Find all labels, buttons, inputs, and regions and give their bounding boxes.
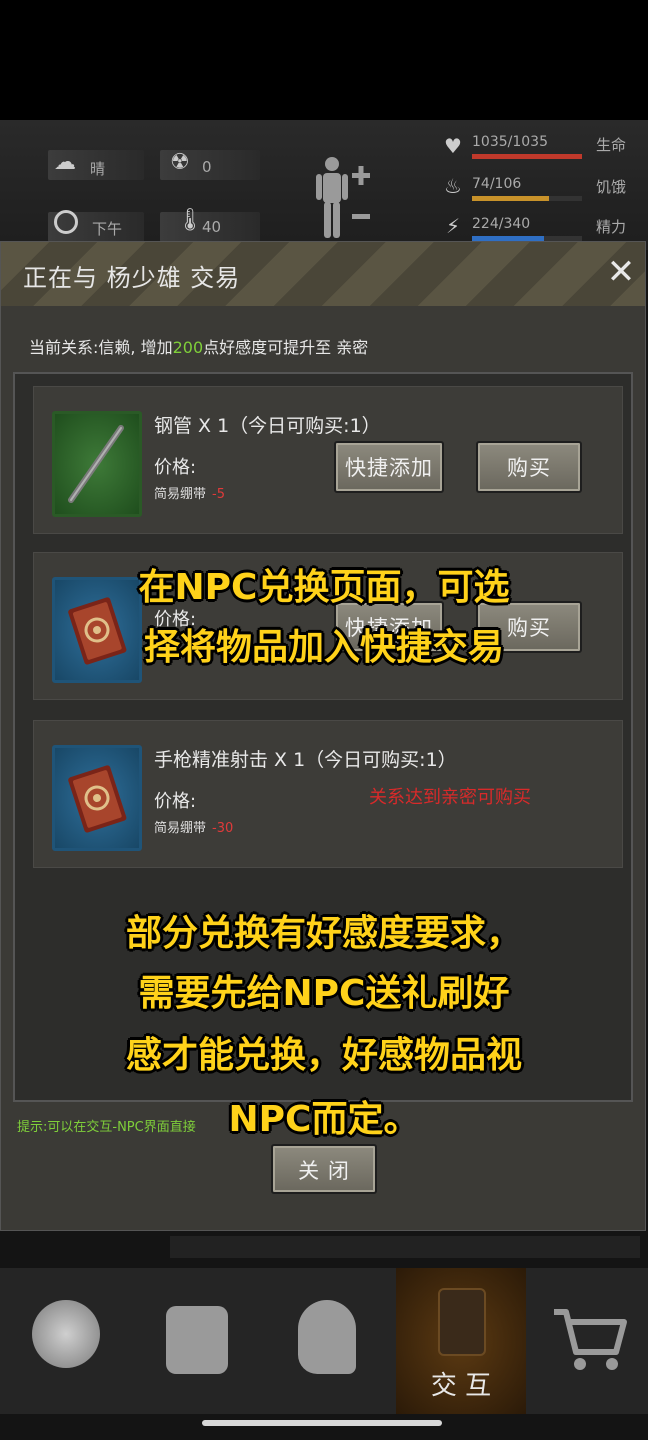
nav-shop-button[interactable] [524,1268,648,1414]
temperature-value: 40 [202,218,222,236]
health-bar-fill [472,154,582,159]
energy-value: 224/340 [472,216,531,232]
energy-icon: ⚡ [446,214,461,238]
status-hud: ☁ 晴 ☢ 0 下午 🌡 40 ♥ 1035/1035 生命 ♨ 74/106 … [0,120,648,250]
requirement-text: 关系达到亲密可购买 [369,787,531,808]
item-slot[interactable] [52,411,142,517]
hunger-label: 饥饿 [596,178,627,196]
thermometer-icon: 🌡 [176,208,204,233]
top-black-area [0,0,648,120]
cost-value: -5 [212,487,225,502]
health-value: 1035/1035 [472,134,548,150]
globe-icon [32,1300,100,1368]
body-status-icon[interactable] [312,156,378,242]
shopping-cart-icon [554,1309,627,1370]
cloud-sun-icon: ☁ [54,150,76,175]
close-button[interactable]: 关 闭 [271,1144,377,1194]
hunger-bar [472,196,582,201]
caption-top-line1: 在NPC兑换页面，可选 [138,567,510,608]
heart-icon: ♥ [444,134,462,158]
energy-label: 精力 [596,218,627,236]
radiation-icon: ☢ [170,150,190,175]
currency-line: 简易绷带 -30 [154,817,233,836]
head-gears-icon [298,1300,356,1374]
relation-points: 200 [172,338,204,357]
weather-text: 晴 [90,160,106,178]
nav-map-button[interactable] [0,1268,130,1414]
walkie-talkie-icon [438,1288,486,1356]
close-icon[interactable]: ✕ [601,252,641,292]
currency-name: 简易绷带 [154,487,207,502]
relation-suffix: 点好感度可提升至 亲密 [203,338,369,357]
caption-top-line2: 择将物品加入快捷交易 [143,627,504,668]
radiation-value: 0 [202,158,212,176]
caption-bottom-line1: 部分兑换有好感度要求， [125,913,522,954]
nav-skills-button[interactable] [264,1268,394,1414]
caption-bottom-line4: NPC而定。 [228,1099,420,1140]
stomach-icon: ♨ [444,174,462,198]
pipe-icon [68,425,124,503]
dialog-title: 正在与 杨少雄 交易 [23,264,241,292]
trade-dialog: 正在与 杨少雄 交易 ✕ 当前关系:信赖, 增加200点好感度可提升至 亲密 钢… [0,241,646,1231]
book-icon [68,765,127,833]
relation-prefix: 当前关系:信赖, 增加 [29,338,173,357]
item-name: 钢管 X 1（今日可购买:1） [154,415,381,437]
item-slot[interactable] [52,745,142,851]
nav-interact-button[interactable]: 交 互 [396,1268,526,1414]
time-of-day-text: 下午 [92,220,123,238]
relation-text: 当前关系:信赖, 增加200点好感度可提升至 亲密 [29,334,368,358]
caption-bottom-line3: 感才能兑换，好感物品视 [125,1035,522,1076]
item-name: 手枪精准射击 X 1（今日可购买:1） [154,749,457,771]
cost-value: -30 [212,821,234,836]
currency-line: 简易绷带 -5 [154,483,225,502]
backpack-icon [166,1306,228,1374]
clock-icon [54,210,78,234]
bottom-nav: 交 互 [0,1268,648,1414]
trade-item-row: 钢管 X 1（今日可购买:1） 价格: 简易绷带 -5 快捷添加 购买 [33,386,623,534]
trade-item-row: 手枪精准射击 X 1（今日可购买:1） 价格: 简易绷带 -30 关系达到亲密可购… [33,720,623,868]
hunger-bar-fill [472,196,549,201]
price-label: 价格: [154,791,197,812]
currency-name: 简易绷带 [154,821,207,836]
quick-add-button[interactable]: 快捷添加 [334,441,444,493]
hunger-value: 74/106 [472,176,522,192]
health-bar [472,154,582,159]
nav-backpack-button[interactable] [132,1268,262,1414]
nav-interact-label: 交 互 [430,1371,492,1401]
caption-bottom-line2: 需要先给NPC送礼刷好 [138,973,510,1014]
health-label: 生命 [596,136,627,154]
home-indicator[interactable] [202,1420,442,1426]
sub-tab-strip [170,1236,640,1258]
buy-button[interactable]: 购买 [476,441,582,493]
price-label: 价格: [154,457,197,478]
